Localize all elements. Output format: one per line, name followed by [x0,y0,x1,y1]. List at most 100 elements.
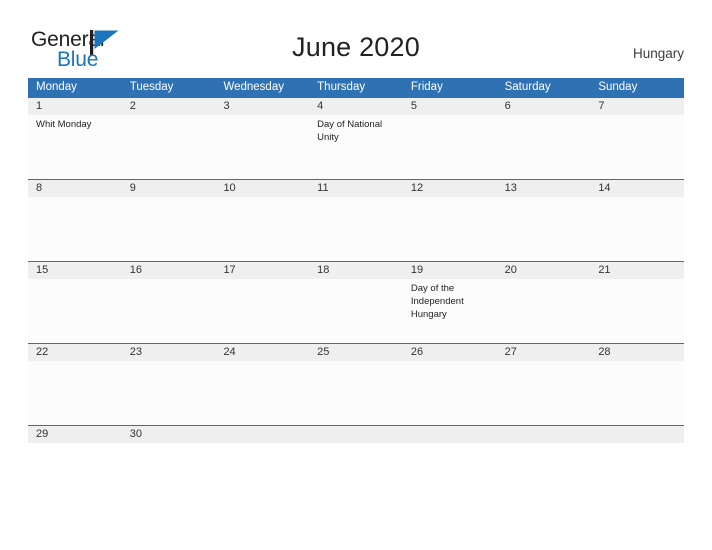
day-cell[interactable] [28,443,122,446]
weekday-header-wednesday: Wednesday [223,81,284,93]
day-number [215,426,309,443]
day-cell [215,443,309,446]
day-number[interactable]: 17 [215,262,309,279]
day-cell[interactable] [309,197,403,261]
weekday-header-thursday: Thursday [317,81,366,93]
day-number[interactable]: 1 [28,98,122,115]
day-cell[interactable] [590,279,684,343]
calendar-page: General Blue June 2020 Hungary Monday Tu… [0,0,712,550]
day-cell[interactable] [122,361,216,425]
page-title: June 2020 [292,32,420,62]
day-number[interactable]: 3 [215,98,309,115]
day-cell[interactable] [28,197,122,261]
week-date-strip: 8 9 10 11 12 13 14 [28,180,684,197]
day-cell [403,443,497,446]
day-number[interactable]: 18 [309,262,403,279]
day-number[interactable]: 7 [590,98,684,115]
weekday-header-monday: Monday [36,81,77,93]
calendar-week-row: 22 23 24 25 26 27 28 [28,343,684,425]
day-cell [497,443,591,446]
day-number[interactable]: 28 [590,344,684,361]
day-cell[interactable] [497,361,591,425]
week-event-strip: Day of the Independent Hungary [28,279,684,343]
week-date-strip: 22 23 24 25 26 27 28 [28,344,684,361]
day-number[interactable]: 22 [28,344,122,361]
day-number[interactable]: 4 [309,98,403,115]
day-number[interactable]: 19 [403,262,497,279]
day-cell[interactable] [309,361,403,425]
calendar-week-row: 8 9 10 11 12 13 14 [28,179,684,261]
day-number[interactable]: 26 [403,344,497,361]
week-date-strip: 1 2 3 4 5 6 7 [28,98,684,115]
day-cell[interactable] [122,279,216,343]
day-number[interactable]: 12 [403,180,497,197]
day-number [309,426,403,443]
week-event-strip: Whit Monday Day of National Unity [28,115,684,179]
calendar-week-row: 29 30 [28,425,684,443]
day-event-text: Day of the Independent Hungary [410,283,464,320]
day-number[interactable]: 16 [122,262,216,279]
day-number[interactable]: 30 [122,426,216,443]
day-cell[interactable] [590,361,684,425]
day-number[interactable]: 6 [497,98,591,115]
weekday-header-tuesday: Tuesday [129,81,174,93]
day-cell[interactable] [590,115,684,179]
day-cell [590,443,684,446]
day-number[interactable]: 23 [122,344,216,361]
day-number[interactable]: 9 [122,180,216,197]
day-cell[interactable] [28,361,122,425]
day-cell[interactable]: Day of the Independent Hungary [403,279,497,343]
week-event-strip [28,361,684,425]
day-cell[interactable] [122,115,216,179]
day-cell[interactable] [497,279,591,343]
day-cell[interactable]: Day of National Unity [309,115,403,179]
day-number[interactable]: 5 [403,98,497,115]
day-number[interactable]: 21 [590,262,684,279]
day-number[interactable]: 13 [497,180,591,197]
day-cell[interactable] [122,443,216,446]
week-date-strip: 29 30 [28,426,684,443]
day-cell[interactable] [122,197,216,261]
day-number[interactable]: 14 [590,180,684,197]
day-number[interactable]: 2 [122,98,216,115]
day-cell[interactable] [590,197,684,261]
day-number[interactable]: 10 [215,180,309,197]
weekday-header-row: Monday Tuesday Wednesday Thursday Friday… [28,78,684,97]
day-number [403,426,497,443]
day-cell[interactable] [215,115,309,179]
weekday-header-saturday: Saturday [504,81,551,93]
day-number [590,426,684,443]
country-label: Hungary [632,46,684,61]
day-cell[interactable] [215,197,309,261]
day-cell[interactable] [215,279,309,343]
day-event-text: Day of National Unity [317,119,383,143]
day-cell[interactable] [309,279,403,343]
day-number [497,426,591,443]
week-date-strip: 15 16 17 18 19 20 21 [28,262,684,279]
day-cell[interactable] [403,115,497,179]
day-cell[interactable] [403,197,497,261]
calendar-grid: Monday Tuesday Wednesday Thursday Friday… [28,78,684,443]
weekday-header-friday: Friday [410,81,443,93]
calendar-week-row: 1 2 3 4 5 6 7 Whit Monday Day of Nationa… [28,97,684,179]
day-cell [309,443,403,446]
day-number[interactable]: 29 [28,426,122,443]
weekday-header-sunday: Sunday [598,81,638,93]
day-event-text: Whit Monday [36,119,92,130]
day-number[interactable]: 20 [497,262,591,279]
day-number[interactable]: 11 [309,180,403,197]
day-cell[interactable]: Whit Monday [28,115,122,179]
calendar-week-row: 15 16 17 18 19 20 21 Day of the Independ… [28,261,684,343]
day-number[interactable]: 24 [215,344,309,361]
day-cell[interactable] [497,197,591,261]
day-number[interactable]: 27 [497,344,591,361]
day-number[interactable]: 8 [28,180,122,197]
day-cell[interactable] [497,115,591,179]
day-number[interactable]: 25 [309,344,403,361]
day-number[interactable]: 15 [28,262,122,279]
week-event-strip [28,197,684,261]
day-cell[interactable] [215,361,309,425]
page-header: General Blue June 2020 Hungary [0,0,712,78]
day-cell[interactable] [28,279,122,343]
day-cell[interactable] [403,361,497,425]
